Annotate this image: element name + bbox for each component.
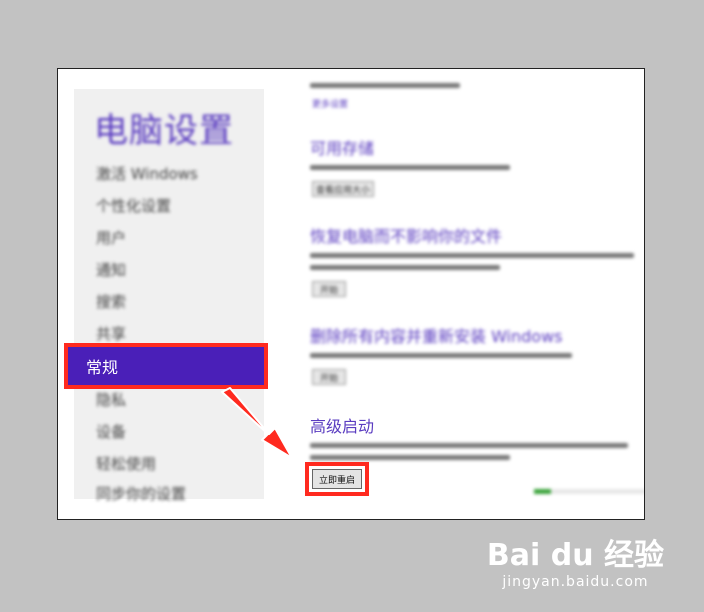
watermark-url: jingyan.baidu.com <box>502 574 649 590</box>
baidu-watermark: Bai du 经验 jingyan.baidu.com <box>487 530 664 590</box>
baidu-logo: Bai du 经验 <box>486 538 664 573</box>
annotation-arrow-icon <box>221 387 293 459</box>
